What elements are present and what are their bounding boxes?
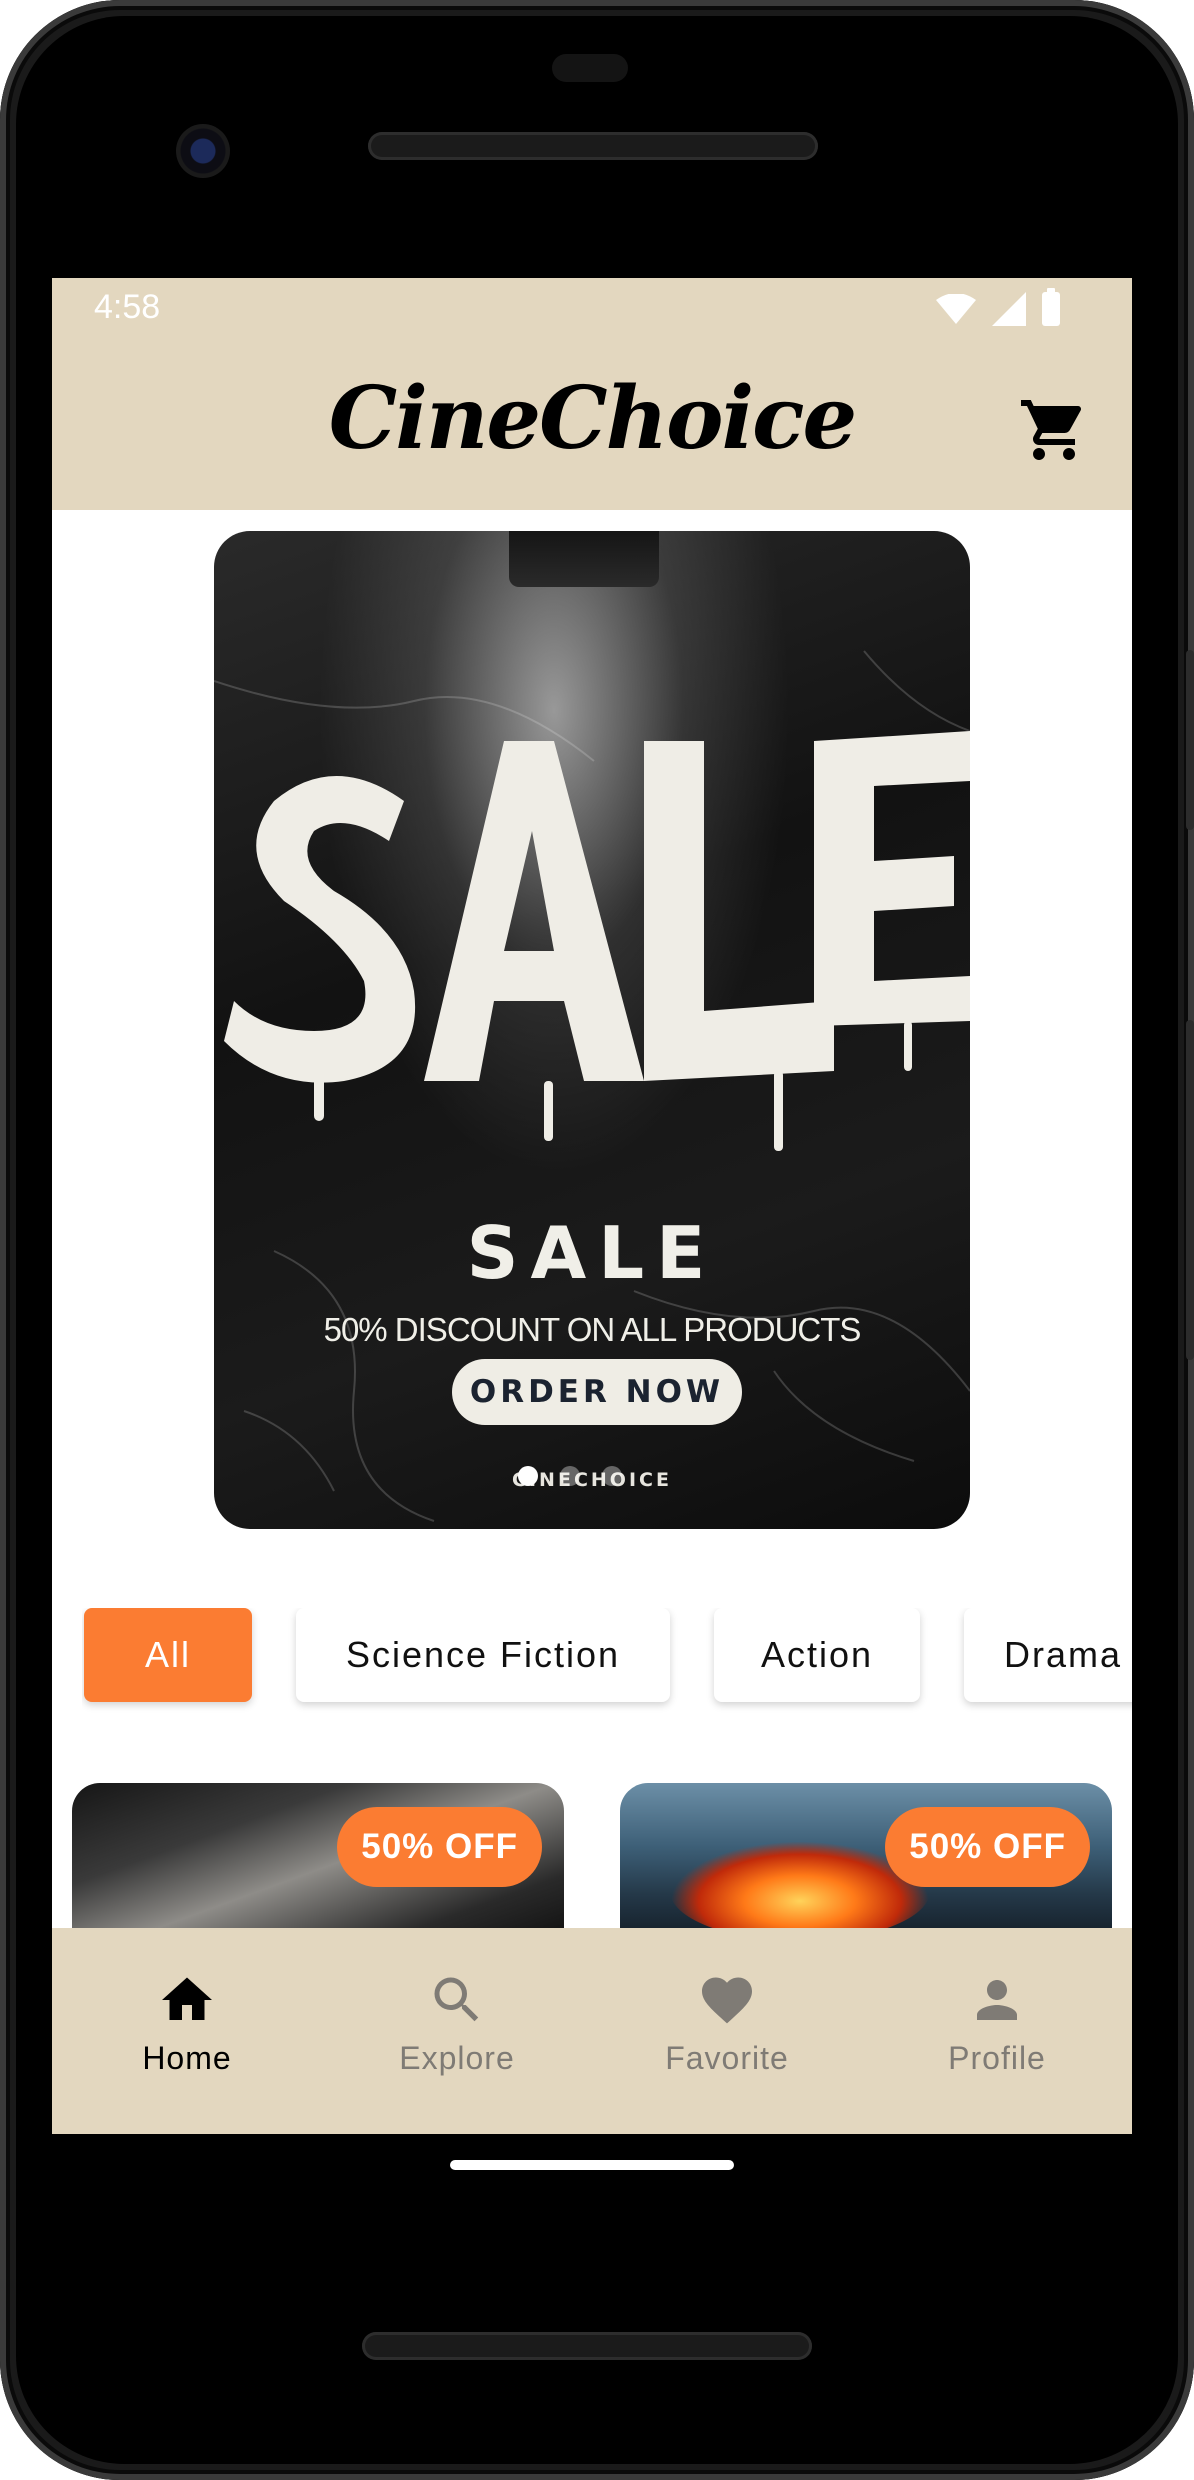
- nav-home[interactable]: Home: [52, 1928, 322, 2134]
- sale-graffiti-art: [224, 731, 970, 1151]
- status-icons: [936, 288, 1060, 326]
- search-icon: [434, 1977, 479, 2022]
- status-time: 4:58: [94, 288, 161, 326]
- category-chips: All Science Fiction Action Drama: [82, 1608, 1132, 1718]
- cart-icon[interactable]: [1018, 394, 1090, 466]
- chip-science-fiction[interactable]: Science Fiction: [296, 1608, 670, 1702]
- bottom-speaker: [362, 2332, 812, 2360]
- bottom-navigation: Home Explore Favorite Profile: [52, 1928, 1132, 2134]
- signal-icon: [992, 292, 1026, 326]
- app-screen: 4:58 CineChoice SALE 50% DISCOUNT ON ALL…: [52, 278, 1132, 2134]
- discount-badge: 50% OFF: [885, 1807, 1090, 1887]
- home-icon: [162, 1977, 212, 2020]
- heart-icon: [702, 1977, 752, 2024]
- phone-frame: 4:58 CineChoice SALE 50% DISCOUNT ON ALL…: [0, 0, 1194, 2480]
- banner-sale-text: SALE: [466, 1211, 718, 1295]
- app-title: CineChoice: [328, 368, 857, 469]
- chip-all[interactable]: All: [84, 1608, 252, 1702]
- app-header: CineChoice: [52, 342, 1132, 510]
- discount-badge: 50% OFF: [337, 1807, 542, 1887]
- sale-banner[interactable]: SALE 50% DISCOUNT ON ALL PRODUCTS ORDER …: [214, 531, 970, 1529]
- carousel-dot[interactable]: [560, 1466, 580, 1486]
- top-sensor: [552, 54, 628, 82]
- product-card[interactable]: 50% OFF: [72, 1783, 564, 1943]
- nav-label: Home: [142, 2040, 232, 2076]
- order-now-button[interactable]: ORDER NOW: [452, 1359, 742, 1425]
- carousel-dot[interactable]: [518, 1466, 538, 1486]
- chip-action[interactable]: Action: [714, 1608, 920, 1702]
- wifi-icon: [936, 294, 976, 324]
- nav-label: Explore: [399, 2040, 515, 2076]
- volume-button: [1186, 650, 1194, 830]
- nav-explore[interactable]: Explore: [322, 1928, 592, 2134]
- front-camera-icon: [176, 124, 230, 178]
- banner-subtitle: 50% DISCOUNT ON ALL PRODUCTS: [323, 1311, 862, 1348]
- battery-icon: [1042, 288, 1060, 326]
- product-card[interactable]: 50% OFF: [620, 1783, 1112, 1943]
- status-bar: 4:58: [52, 278, 1132, 342]
- carousel-dot[interactable]: [602, 1466, 622, 1486]
- nav-label: Favorite: [665, 2040, 789, 2076]
- nav-favorite[interactable]: Favorite: [592, 1928, 862, 2134]
- earpiece-speaker: [368, 132, 818, 160]
- ceiling-lamp: [509, 531, 659, 587]
- nav-label: Profile: [948, 2040, 1046, 2076]
- carousel-indicator: [518, 1466, 622, 1486]
- nav-profile[interactable]: Profile: [862, 1928, 1132, 2134]
- power-button: [1186, 1020, 1194, 1360]
- chip-drama[interactable]: Drama: [964, 1608, 1132, 1702]
- home-indicator[interactable]: [450, 2160, 734, 2170]
- person-icon: [977, 1980, 1017, 2020]
